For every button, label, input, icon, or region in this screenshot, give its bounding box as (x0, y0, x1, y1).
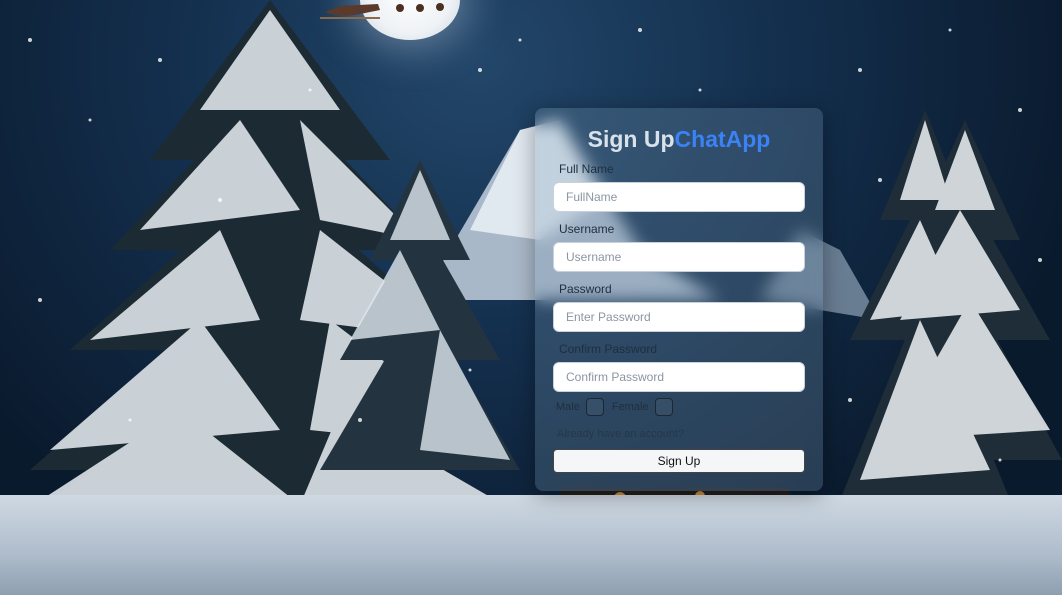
gender-selector: Male Female (556, 398, 681, 416)
signup-button[interactable]: Sign Up (553, 449, 805, 473)
fullname-label: Full Name (559, 162, 614, 176)
username-input[interactable] (553, 242, 805, 272)
password-label: Password (559, 282, 612, 296)
password-input[interactable] (553, 302, 805, 332)
confirm-password-input[interactable] (553, 362, 805, 392)
page-title: Sign UpChatApp (535, 126, 823, 153)
female-checkbox[interactable] (654, 398, 673, 416)
login-link[interactable]: Already have an account? (557, 428, 684, 440)
background-scene (0, 0, 1062, 595)
fullname-input[interactable] (553, 182, 805, 212)
title-main: Sign Up (587, 126, 675, 152)
confirm-password-label: Confirm Password (559, 342, 658, 356)
title-accent: ChatApp (674, 126, 771, 152)
male-label: Male (556, 401, 580, 413)
username-label: Username (559, 222, 615, 236)
male-checkbox[interactable] (585, 398, 604, 416)
signup-card: Sign UpChatApp Full Name Username Passwo… (535, 108, 823, 491)
female-label: Female (611, 401, 649, 413)
snowy-ground (0, 495, 1062, 595)
